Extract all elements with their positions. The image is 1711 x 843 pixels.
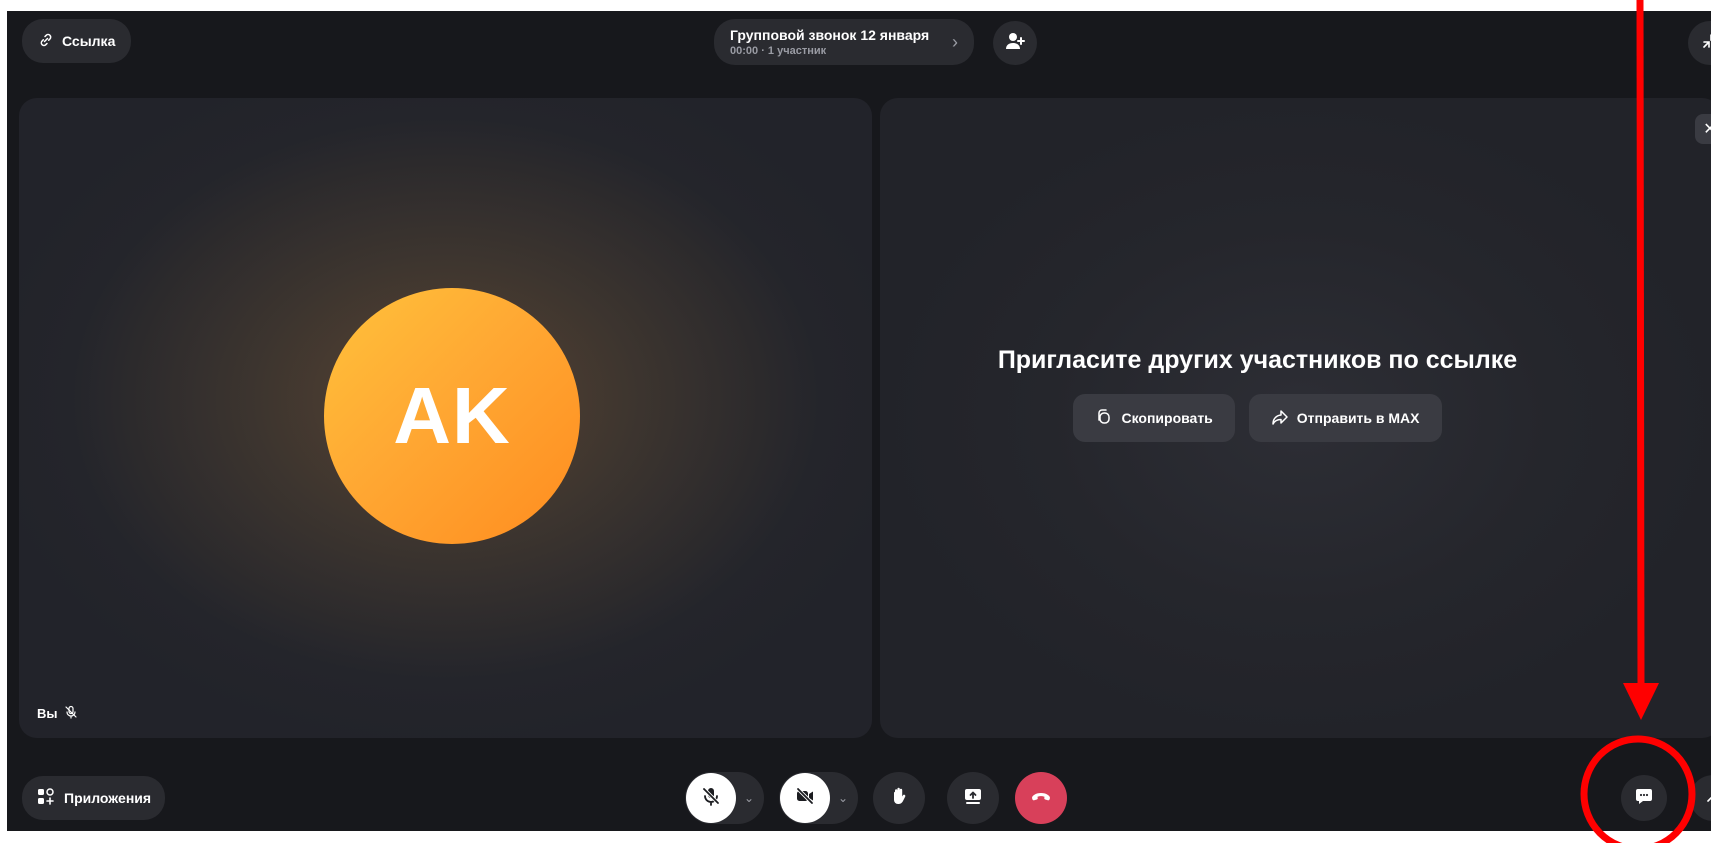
self-video-tile: AK Вы bbox=[19, 98, 872, 738]
camera-off-icon bbox=[794, 785, 816, 812]
copy-link-button[interactable]: Скопировать bbox=[1073, 394, 1235, 442]
microphone-control: ⌄ bbox=[685, 772, 765, 824]
mic-off-icon bbox=[700, 785, 722, 812]
end-call-icon bbox=[1029, 784, 1053, 813]
close-icon: ✕ bbox=[1703, 121, 1711, 138]
copy-label: Скопировать bbox=[1121, 410, 1213, 426]
send-to-max-button[interactable]: Отправить в MAX bbox=[1248, 394, 1442, 442]
screen-share-button[interactable] bbox=[947, 772, 999, 824]
camera-toggle-button[interactable] bbox=[780, 773, 830, 823]
microphone-options-button[interactable]: ⌄ bbox=[744, 791, 754, 805]
apps-button[interactable]: Приложения bbox=[22, 776, 166, 820]
link-icon bbox=[38, 32, 54, 51]
call-subtitle: 00:00 · 1 участник bbox=[730, 45, 827, 57]
minimize-button[interactable] bbox=[1688, 21, 1711, 65]
send-label: Отправить в MAX bbox=[1296, 410, 1420, 426]
link-label: Ссылка bbox=[62, 33, 116, 49]
raise-hand-button[interactable] bbox=[873, 772, 925, 824]
add-user-icon bbox=[1004, 30, 1026, 57]
expand-icon bbox=[1704, 787, 1711, 810]
participant-name: Вы bbox=[37, 705, 78, 722]
invite-actions: Скопировать Отправить в MAX bbox=[880, 394, 1635, 442]
share-icon bbox=[1271, 408, 1289, 429]
copy-icon bbox=[1095, 408, 1113, 429]
apps-label: Приложения bbox=[64, 790, 152, 806]
mic-off-icon bbox=[64, 705, 78, 722]
avatar-initials: AK bbox=[393, 371, 511, 460]
minimize-icon bbox=[1701, 32, 1711, 55]
invite-title: Пригласите других участников по ссылке bbox=[997, 346, 1518, 374]
participant-name-label: Вы bbox=[37, 706, 58, 721]
raise-hand-icon bbox=[888, 785, 910, 812]
end-call-button[interactable] bbox=[1015, 772, 1067, 824]
chat-icon bbox=[1634, 786, 1654, 811]
close-invite-button[interactable]: ✕ bbox=[1695, 114, 1711, 144]
microphone-toggle-button[interactable] bbox=[686, 773, 736, 823]
call-window: Ссылка Групповой звонок 12 января 00:00 … bbox=[7, 11, 1711, 831]
avatar: AK bbox=[324, 288, 580, 544]
chevron-right-icon: › bbox=[952, 31, 958, 52]
call-title: Групповой звонок 12 января bbox=[730, 27, 930, 43]
add-user-button[interactable] bbox=[993, 21, 1037, 65]
call-info-button[interactable]: Групповой звонок 12 января 00:00 · 1 уча… bbox=[714, 19, 974, 65]
screen-share-icon bbox=[962, 785, 984, 812]
invite-panel: Пригласите других участников по ссылке С… bbox=[880, 98, 1711, 738]
link-button[interactable]: Ссылка bbox=[22, 19, 132, 63]
apps-icon bbox=[36, 787, 56, 810]
chat-button[interactable] bbox=[1621, 775, 1667, 821]
more-options-button[interactable] bbox=[1690, 775, 1711, 821]
camera-control: ⌄ bbox=[779, 772, 859, 824]
camera-options-button[interactable]: ⌄ bbox=[838, 791, 848, 805]
